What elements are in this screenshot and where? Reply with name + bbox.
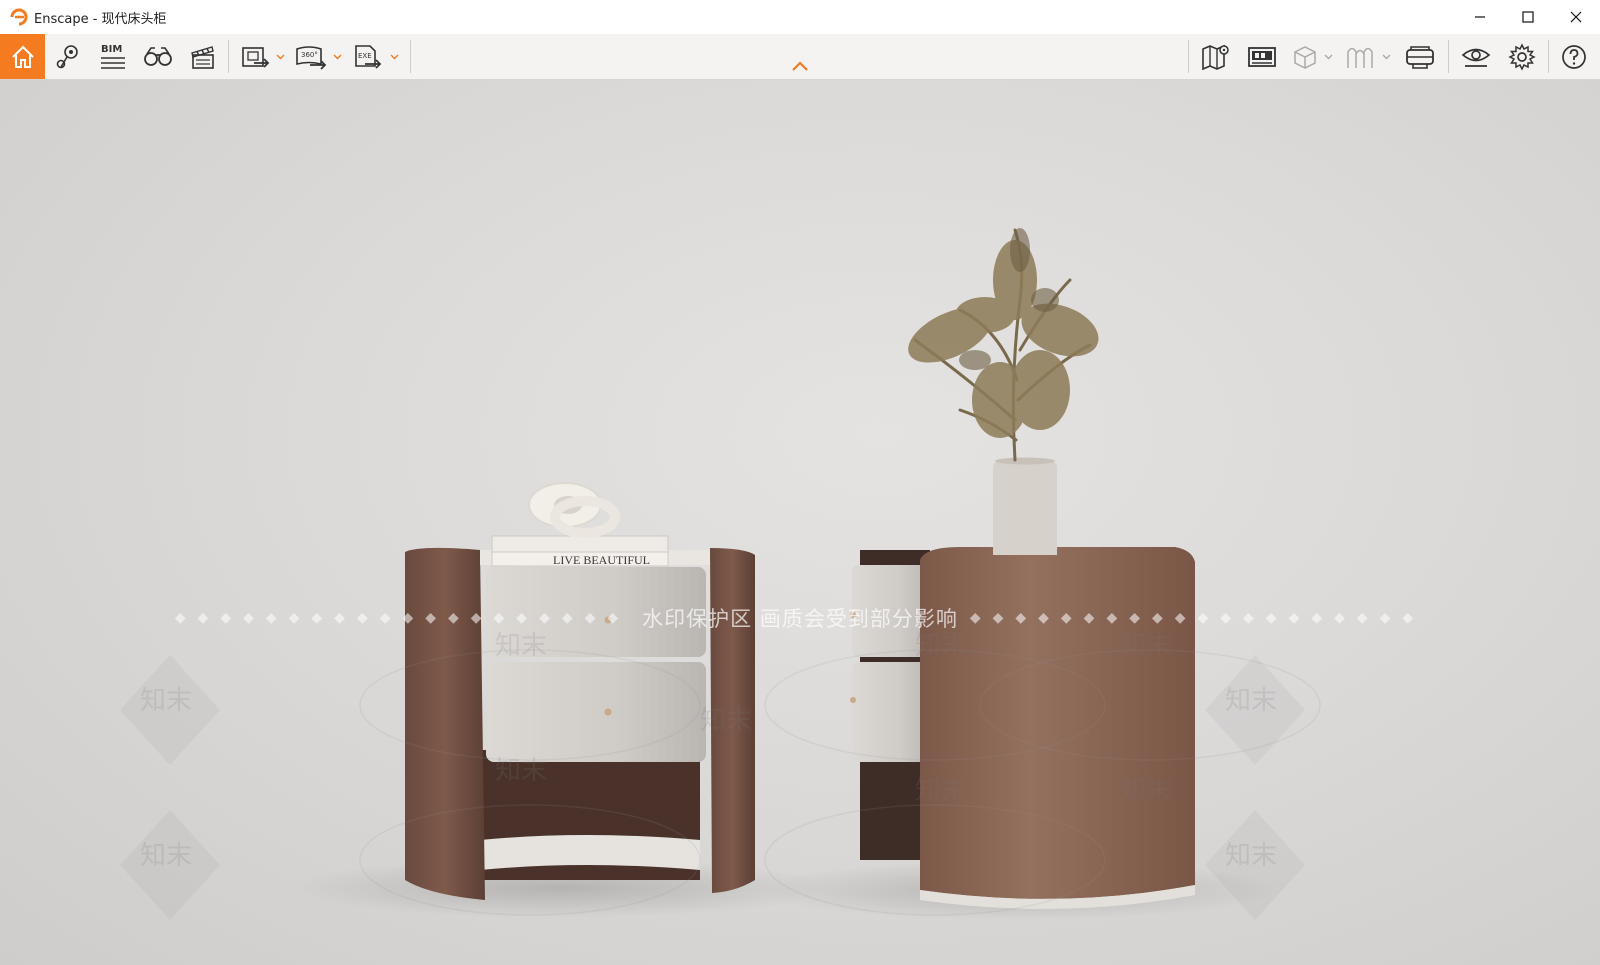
toolbar-separator — [1548, 40, 1549, 73]
video-editor-button[interactable] — [183, 34, 223, 79]
window-title: Enscape - 现代床头柜 — [34, 11, 167, 27]
book — [491, 535, 669, 555]
export-image-button[interactable] — [238, 34, 274, 79]
minimize-button[interactable] — [1456, 0, 1504, 34]
chevron-down-icon[interactable] — [1382, 52, 1391, 61]
clapperboard-icon — [191, 45, 214, 69]
watermark-brand: 知末 — [1225, 841, 1278, 871]
map-button[interactable] — [1196, 34, 1236, 79]
book-title: LIVE BEAUTIFUL — [553, 553, 650, 567]
title-bar: Enscape - 现代床头柜 — [0, 0, 1600, 34]
views-button[interactable] — [50, 34, 86, 79]
watermark-brand: 知末 — [140, 841, 193, 871]
location-pin-icon — [56, 44, 78, 68]
watermark-dots: ◆◆◆◆◆◆◆◆◆◆◆◆◆◆◆◆◆◆◆◆ — [969, 610, 1426, 626]
export-exe-icon: EXE — [355, 44, 382, 69]
vr-button[interactable] — [1400, 34, 1440, 79]
drawer-knob — [604, 708, 612, 716]
home-button[interactable] — [0, 34, 45, 79]
exe-label: EXE — [358, 52, 372, 60]
toolbar: BIM 360° EXE — [0, 34, 1600, 80]
watermark-brand: 知末 — [1225, 686, 1278, 716]
curved-cabinet-body — [920, 547, 1195, 899]
asset-library-icon — [1248, 46, 1276, 67]
watermark-brand: 知末 — [1120, 631, 1173, 661]
minimize-icon — [1475, 16, 1485, 18]
export-360-icon: 360° — [296, 45, 327, 70]
close-button[interactable] — [1552, 0, 1600, 34]
visual-settings-button[interactable] — [1456, 34, 1496, 79]
watermark-brand: 知末 — [140, 686, 193, 716]
close-icon — [1570, 11, 1582, 23]
help-icon — [1562, 44, 1586, 69]
watermark-brand: 知末 — [1120, 776, 1173, 806]
material-icon — [1347, 47, 1373, 68]
enscape-logo-icon — [10, 8, 28, 26]
chevron-down-icon[interactable] — [333, 52, 342, 61]
bottom-drawer — [486, 662, 706, 762]
cube-icon — [1294, 45, 1316, 69]
map-icon — [1202, 44, 1229, 70]
help-button[interactable] — [1554, 34, 1594, 79]
gear-icon — [1508, 42, 1536, 71]
chevron-down-icon[interactable] — [276, 52, 285, 61]
toolbar-separator — [1188, 40, 1189, 73]
watermark-text: 水印保护区 画质会受到部分影响 — [642, 607, 958, 631]
render-viewport[interactable]: LIVE BEAUTIFUL ◆◆◆◆◆◆◆◆◆◆◆◆◆◆◆◆◆◆◆◆ 水印保护… — [0, 80, 1600, 965]
export-exe-button[interactable]: EXE — [350, 34, 386, 79]
watermark-banner: ◆◆◆◆◆◆◆◆◆◆◆◆◆◆◆◆◆◆◆◆ 水印保护区 画质会受到部分影响 ◆◆◆… — [0, 606, 1600, 631]
binoculars-button[interactable] — [138, 34, 178, 79]
maximize-button[interactable] — [1504, 0, 1552, 34]
maximize-icon — [1522, 11, 1534, 23]
watermark-brand: 知末 — [700, 706, 753, 736]
bim-button[interactable]: BIM — [93, 34, 133, 79]
watermark-brand: 知末 — [495, 631, 548, 661]
asset-library-button[interactable] — [1242, 34, 1282, 79]
watermark-brand: 知末 — [495, 756, 548, 786]
material-button[interactable] — [1340, 34, 1380, 79]
chevron-down-icon[interactable] — [1324, 52, 1333, 61]
eye-icon — [1461, 48, 1491, 67]
vr-headset-icon — [1406, 45, 1434, 69]
left-nightstand: LIVE BEAUTIFUL — [405, 482, 755, 900]
bim-label: BIM — [101, 44, 122, 55]
left-wood-panel — [405, 547, 485, 900]
binoculars-icon — [144, 46, 172, 66]
render-scene: LIVE BEAUTIFUL — [120, 228, 1321, 920]
chevron-down-icon[interactable] — [390, 52, 399, 61]
export-image-icon — [242, 46, 270, 68]
bim-icon: BIM — [101, 44, 125, 69]
watermark-dots: ◆◆◆◆◆◆◆◆◆◆◆◆◆◆◆◆◆◆◆◆ — [174, 610, 631, 626]
toolbar-separator — [1448, 40, 1449, 73]
section-box-button[interactable] — [1288, 34, 1322, 79]
watermark-brand: 知末 — [915, 776, 968, 806]
export-panorama-button[interactable]: 360° — [291, 34, 331, 79]
toolbar-separator — [228, 40, 229, 73]
home-icon — [11, 45, 34, 68]
panorama-label: 360° — [301, 51, 318, 59]
toolbar-separator — [410, 40, 411, 73]
settings-button[interactable] — [1502, 34, 1542, 79]
watermark-brand: 知末 — [915, 631, 968, 661]
vase — [992, 460, 1058, 555]
collapse-toolbar-icon[interactable] — [790, 60, 810, 72]
